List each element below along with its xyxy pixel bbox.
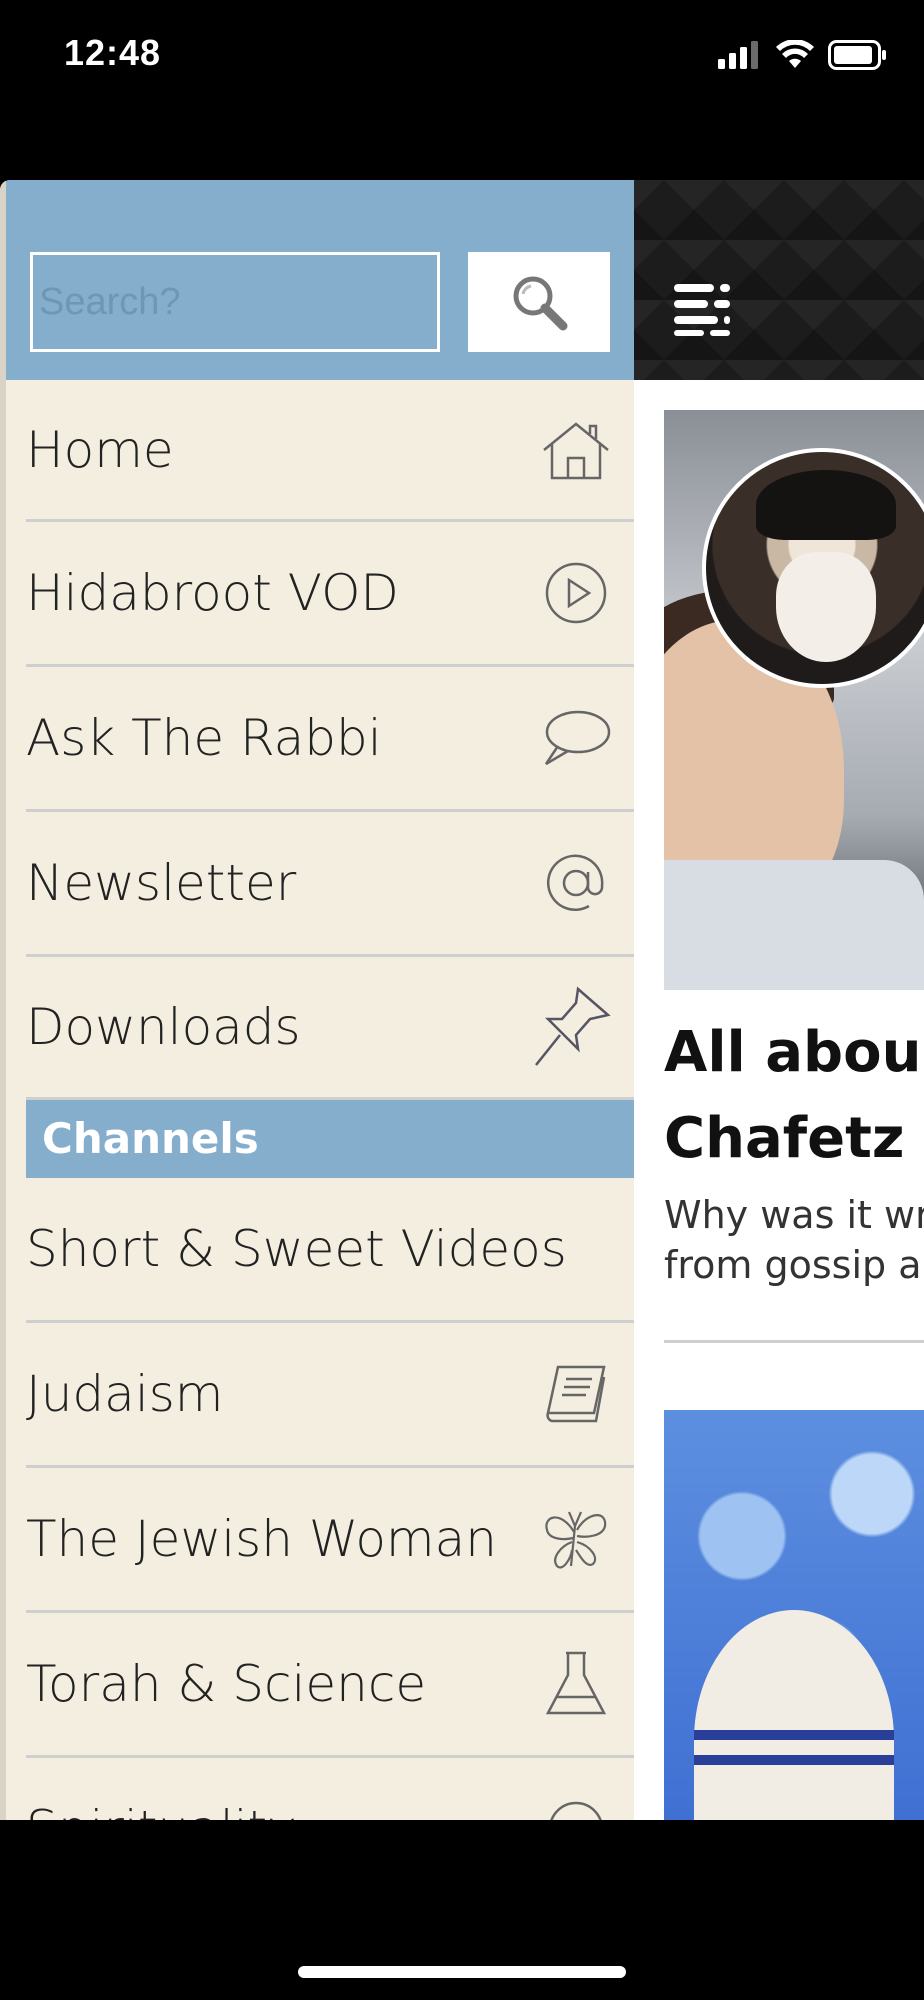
home-icon bbox=[540, 414, 612, 486]
status-icons bbox=[718, 40, 888, 70]
menu-item-short-sweet-videos[interactable]: Short & Sweet Videos bbox=[26, 1178, 634, 1323]
signal-icon bbox=[718, 41, 758, 69]
channels-header-label: Channels bbox=[42, 1113, 259, 1163]
menu-item-newsletter[interactable]: Newsletter bbox=[26, 812, 634, 957]
search-input[interactable] bbox=[30, 252, 440, 352]
drawer-header bbox=[6, 180, 634, 380]
article-title[interactable]: All abou Chafetz bbox=[664, 1010, 924, 1182]
search-button[interactable] bbox=[468, 252, 610, 352]
menu-item-jewish-woman[interactable]: The Jewish Woman bbox=[26, 1468, 634, 1613]
article-divider bbox=[664, 1340, 924, 1343]
article-summary: Why was it wr from gossip a bbox=[664, 1193, 924, 1287]
menu-item-spirituality[interactable]: Spirituality bbox=[26, 1758, 634, 1820]
butterfly-icon bbox=[540, 1503, 612, 1575]
menu-item-vod[interactable]: Hidabroot VOD bbox=[26, 522, 634, 667]
search-icon bbox=[513, 276, 568, 331]
menu-item-label: Torah & Science bbox=[26, 1655, 427, 1713]
status-bar: 12:48 bbox=[0, 0, 924, 110]
menu-item-judaism[interactable]: Judaism bbox=[26, 1323, 634, 1468]
menu-item-label: Home bbox=[26, 420, 174, 479]
status-time: 12:48 bbox=[64, 32, 162, 73]
at-sign-icon bbox=[540, 847, 612, 919]
menu-item-label: Judaism bbox=[26, 1365, 224, 1423]
menu-item-label: Newsletter bbox=[26, 854, 297, 912]
circle-icon bbox=[540, 1793, 612, 1820]
channels-header: Channels bbox=[26, 1098, 634, 1178]
speech-bubble-icon bbox=[540, 702, 612, 774]
menu-item-label: Spirituality bbox=[26, 1800, 297, 1820]
battery-icon bbox=[828, 40, 886, 70]
wifi-icon bbox=[776, 40, 814, 68]
menu-item-label: The Jewish Woman bbox=[26, 1510, 497, 1568]
menu-item-label: Short & Sweet Videos bbox=[26, 1220, 567, 1278]
flask-icon bbox=[540, 1648, 612, 1720]
book-icon bbox=[540, 1358, 612, 1430]
pushpin-icon bbox=[532, 985, 612, 1069]
content-pane: All abou Chafetz Why was it wr from goss… bbox=[634, 180, 924, 1820]
menu-item-home[interactable]: Home bbox=[26, 380, 634, 522]
app-window: All abou Chafetz Why was it wr from goss… bbox=[0, 180, 924, 1820]
menu-item-downloads[interactable]: Downloads bbox=[26, 957, 634, 1100]
menu-item-ask-the-rabbi[interactable]: Ask The Rabbi bbox=[26, 667, 634, 812]
home-indicator[interactable] bbox=[298, 1966, 626, 1978]
menu-item-label: Hidabroot VOD bbox=[26, 564, 399, 622]
play-circle-icon bbox=[540, 557, 612, 629]
content-topbar bbox=[634, 180, 924, 380]
menu-item-torah-science[interactable]: Torah & Science bbox=[26, 1613, 634, 1758]
list-menu-icon[interactable] bbox=[674, 280, 734, 336]
article-image-second[interactable] bbox=[664, 1410, 924, 1820]
menu-item-label: Downloads bbox=[26, 998, 301, 1056]
menu-item-label: Ask The Rabbi bbox=[26, 709, 382, 767]
side-drawer: Home Hidabroot VOD bbox=[0, 180, 634, 1820]
menu-list: Home Hidabroot VOD Ask The Rabbi Newslet… bbox=[26, 380, 634, 1820]
